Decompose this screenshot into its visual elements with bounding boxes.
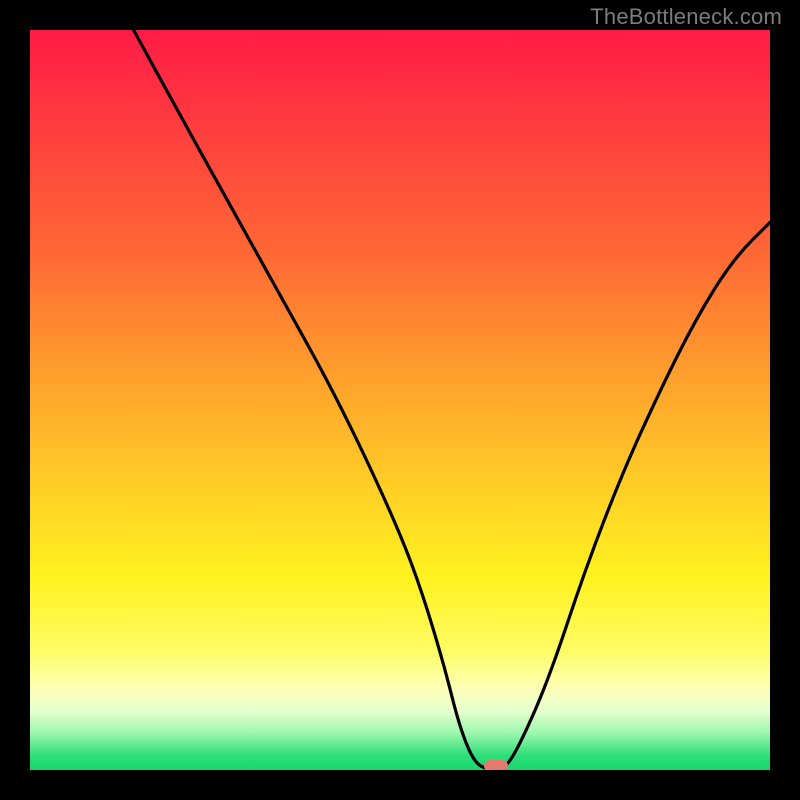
chart-frame: TheBottleneck.com [0, 0, 800, 800]
plot-area [30, 30, 770, 770]
bottleneck-curve [30, 30, 770, 770]
curve-path [134, 30, 770, 770]
optimal-point-marker [484, 760, 508, 770]
watermark-text: TheBottleneck.com [590, 4, 782, 30]
